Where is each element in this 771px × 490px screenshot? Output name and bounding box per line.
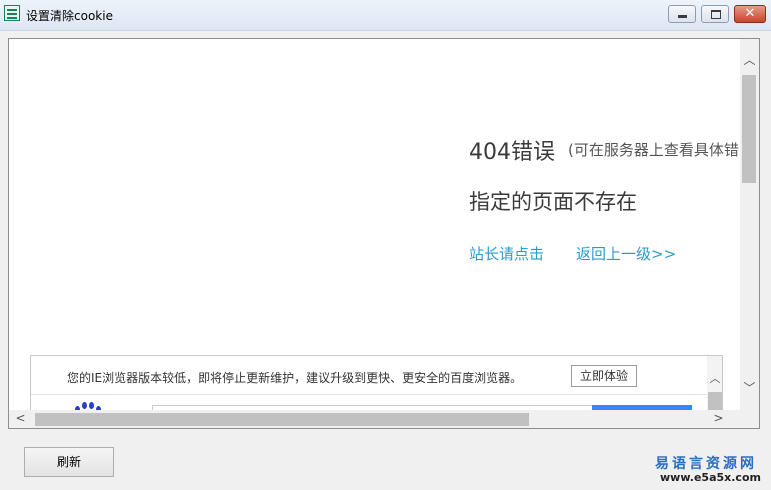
scroll-down-icon[interactable]: ﹀ <box>740 379 759 396</box>
error-note: (可在服务器上查看具体错 <box>568 141 739 159</box>
brand-url: www.e5a5x.com <box>660 471 761 484</box>
close-icon: ✕ <box>744 6 756 21</box>
notice-text: 您的IE浏览器版本较低，即将停止更新维护，建议升级到更快、更安全的百度浏览器。 <box>67 371 523 385</box>
back-link[interactable]: 返回上一级>> <box>576 243 676 264</box>
notice-scrollbar[interactable]: ︿ <box>707 356 722 410</box>
minimize-button[interactable] <box>668 5 696 23</box>
web-browser-control[interactable]: 404错误 (可在服务器上查看具体错 指定的页面不存在 站长请点击 返回上一级>… <box>8 38 760 429</box>
refresh-button[interactable]: 刷新 <box>24 447 114 477</box>
scrollbar-corner <box>740 410 759 428</box>
close-button[interactable]: ✕ <box>734 5 766 23</box>
baidu-paw-icon <box>75 402 101 410</box>
app-icon <box>4 5 20 21</box>
error-title: 404错误 <box>469 140 555 165</box>
brand-watermark: 易语言资源网 <box>655 456 757 472</box>
horizontal-scroll-thumb[interactable] <box>35 413 529 426</box>
window-title: 设置清除cookie <box>26 9 113 23</box>
notice-scroll-thumb[interactable] <box>708 392 722 410</box>
browser-upgrade-notice: 您的IE浏览器版本较低，即将停止更新维护，建议升级到更快、更安全的百度浏览器。 … <box>30 355 723 410</box>
scroll-right-icon[interactable]: > <box>709 411 728 425</box>
scroll-left-icon[interactable]: < <box>11 411 30 425</box>
vertical-scroll-thumb[interactable] <box>742 75 756 183</box>
admin-link[interactable]: 站长请点击 <box>469 243 544 264</box>
notice-divider <box>31 394 722 395</box>
chevron-up-icon[interactable]: ︿ <box>707 370 722 386</box>
try-now-button[interactable]: 立即体验 <box>571 365 637 387</box>
horizontal-scrollbar[interactable]: < > <box>9 410 740 428</box>
maximize-button[interactable] <box>701 5 729 23</box>
error-message: 指定的页面不存在 <box>469 190 637 214</box>
vertical-scrollbar[interactable]: ︿ ﹀ <box>740 39 759 410</box>
scroll-up-icon[interactable]: ︿ <box>740 51 759 68</box>
title-bar: 设置清除cookie ✕ <box>0 0 771 31</box>
